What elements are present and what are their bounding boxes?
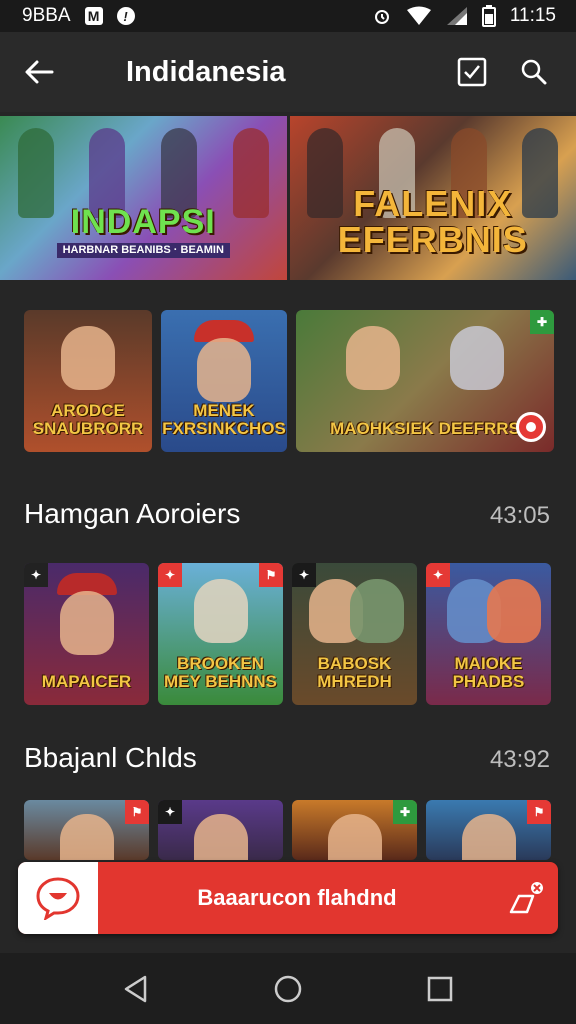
back-button[interactable] <box>22 55 56 89</box>
page-title: Indidanesia <box>126 55 286 88</box>
signal-icon <box>446 7 467 25</box>
badge-icon: ✦ <box>426 563 450 587</box>
badge-icon: ✦ <box>158 563 182 587</box>
character-art <box>449 326 504 390</box>
square-recents-icon <box>427 976 453 1001</box>
game-tile[interactable]: ✦ <box>158 800 283 860</box>
banner-subtitle: HARBNAR BEANIBS · BEAMIN <box>56 243 230 258</box>
tile-label: BROOKEN MEY BEHNNS <box>163 654 278 692</box>
promo-banner[interactable]: Baaarucon flahdnd <box>18 862 558 934</box>
promo-text: Baaarucon flahdnd <box>197 885 397 910</box>
banner-title: FALENIX EFERBNIS <box>337 183 528 260</box>
banner-logo: FALENIX EFERBNIS <box>290 186 576 258</box>
badge-icon: ✦ <box>158 800 182 824</box>
battery-icon <box>481 5 496 27</box>
game-tile[interactable]: ✦ BABOSK MHREDH <box>292 563 417 705</box>
character-art <box>61 326 115 390</box>
triangle-back-icon <box>124 975 147 1002</box>
nav-home-button[interactable] <box>263 964 313 1014</box>
search-icon <box>521 59 547 85</box>
nav-back-button[interactable] <box>111 964 161 1014</box>
game-tile[interactable]: ✚ <box>292 800 417 860</box>
record-icon <box>516 412 546 442</box>
game-tile[interactable]: ARODCE SNAUBRORR <box>24 310 152 452</box>
banner-title: INDAPSI <box>70 203 216 241</box>
flag-icon: ⚑ <box>527 800 551 824</box>
character-art <box>486 579 541 643</box>
nav-recents-button[interactable] <box>415 964 465 1014</box>
character-art <box>197 338 251 402</box>
flag-icon: ⚑ <box>259 563 283 587</box>
status-right: 11:15 <box>372 5 556 27</box>
section-row: ✦ MAPAICER ✦ ⚑ BROOKEN MEY BEHNNS ✦ BABO… <box>24 563 554 705</box>
status-carrier-text: 9BBA <box>22 5 71 26</box>
badge-icon: ✦ <box>292 563 316 587</box>
character-art <box>193 579 248 643</box>
tile-label: MAIOKE PHADBS <box>452 654 525 692</box>
character-art <box>346 326 401 390</box>
game-tile[interactable]: MENEK FXRSINKCHOS <box>161 310 287 452</box>
notification-m-icon: M <box>84 7 103 25</box>
circle-home-icon <box>274 975 302 1002</box>
section-row: ⚑ ✦ ✚ ⚑ <box>24 800 554 860</box>
share-button[interactable] <box>496 862 558 934</box>
hero-banner: INDAPSI HARBNAR BEANIBS · BEAMIN FALENIX… <box>0 116 576 280</box>
banner-card[interactable]: FALENIX EFERBNIS <box>289 116 576 280</box>
badge-icon: ✦ <box>24 563 48 587</box>
character-art <box>350 579 404 643</box>
status-left: 9BBA M ! <box>22 5 135 27</box>
tile-label: ARODCE SNAUBRORR <box>32 401 144 439</box>
character-art <box>193 814 248 860</box>
select-button[interactable] <box>452 52 492 92</box>
chat-bubble-icon <box>18 862 98 934</box>
section-title: Hamgan Aoroiers <box>24 498 241 529</box>
game-tile[interactable]: ⚑ <box>24 800 149 860</box>
banner-card[interactable]: INDAPSI HARBNAR BEANIBS · BEAMIN <box>0 116 287 280</box>
flag-icon: ⚑ <box>125 800 149 824</box>
system-nav-bar <box>0 953 576 1024</box>
app-bar: Indidanesia <box>0 32 576 112</box>
wifi-icon <box>406 6 431 25</box>
game-tile[interactable]: ✦ MAIOKE PHADBS <box>426 563 551 705</box>
section-time: 43:92 <box>489 746 550 773</box>
status-bar: 9BBA M ! 11:15 <box>0 0 576 32</box>
character-art <box>461 814 516 860</box>
tile-label: MAOHKSIEK DEEFRRS <box>330 419 520 439</box>
tile-label: BABOSK MHREDH <box>317 654 392 692</box>
section-title: Bbajanl Chlds <box>24 742 197 773</box>
notification-alert-icon: ! <box>116 7 135 25</box>
new-badge-icon: ✚ <box>530 310 554 334</box>
tile-label: MAPAICER <box>41 672 132 692</box>
arrow-left-icon <box>25 60 54 84</box>
new-badge-icon: ✚ <box>393 800 417 824</box>
alarm-icon <box>374 10 389 24</box>
game-tile[interactable]: ⚑ <box>426 800 551 860</box>
tile-label: MENEK FXRSINKCHOS <box>162 401 286 439</box>
featured-row: ARODCE SNAUBRORR MENEK FXRSINKCHOS ✚ MAO… <box>24 310 554 452</box>
character-art <box>327 814 382 860</box>
search-button[interactable] <box>514 52 554 92</box>
game-tile[interactable]: ✦ MAPAICER <box>24 563 149 705</box>
checkbox-icon <box>457 57 487 87</box>
character-art <box>59 591 114 655</box>
character-art <box>59 814 114 860</box>
status-time: 11:15 <box>509 5 556 26</box>
share-close-icon <box>509 882 543 914</box>
section-time: 43:05 <box>489 502 550 529</box>
game-tile[interactable]: ✚ MAOHKSIEK DEEFRRS <box>296 310 554 452</box>
banner-logo: INDAPSI HARBNAR BEANIBS · BEAMIN <box>56 203 230 258</box>
game-tile[interactable]: ✦ ⚑ BROOKEN MEY BEHNNS <box>158 563 283 705</box>
